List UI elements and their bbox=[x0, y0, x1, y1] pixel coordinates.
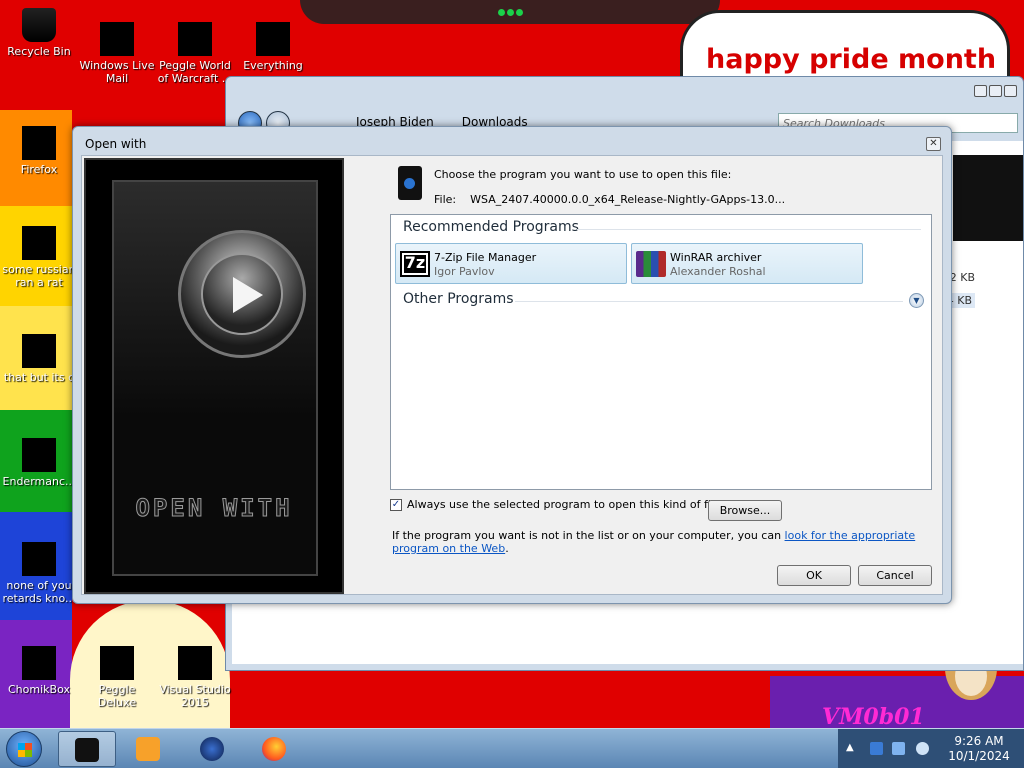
open-with-window-icon bbox=[75, 738, 99, 762]
open-with-side-art: OPEN WITH bbox=[84, 158, 344, 594]
start-button[interactable] bbox=[6, 731, 42, 767]
wallpaper-signature: VM0b01 bbox=[822, 704, 925, 728]
firefox-icon bbox=[22, 126, 56, 160]
desktop-icon-endermanc[interactable]: Endermanc... bbox=[0, 438, 78, 488]
file-thumbnail[interactable] bbox=[953, 155, 1023, 241]
play-icon bbox=[201, 253, 283, 335]
desktop-icon-peggle-wow[interactable]: Peggle World of Warcraft ... bbox=[156, 22, 234, 85]
dialog-body: OPEN WITH Choose the program you want to… bbox=[81, 155, 943, 595]
group-divider bbox=[577, 229, 921, 230]
desktop-icon-windows-live-mail[interactable]: Windows Live Mail bbox=[78, 22, 156, 85]
desktop-icon-label: some russian ran a rat bbox=[2, 263, 76, 289]
desktop-icon-russian-rat[interactable]: some russian ran a rat bbox=[0, 226, 78, 289]
program-author: Alexander Roshal bbox=[670, 265, 766, 278]
taskbar-item-globe[interactable] bbox=[184, 731, 242, 767]
chevron-down-icon[interactable]: ▼ bbox=[909, 293, 924, 308]
visual-studio-icon bbox=[178, 646, 212, 680]
cancel-button[interactable]: Cancel bbox=[858, 565, 932, 586]
shortcut-icon bbox=[22, 542, 56, 576]
system-tray: ▲ 9:26 AM 10/1/2024 bbox=[838, 729, 1024, 768]
dialog-prompt: Choose the program you want to use to op… bbox=[434, 168, 732, 181]
desktop-icon-label: Peggle Deluxe bbox=[97, 683, 137, 709]
program-name: WinRAR archiver bbox=[670, 251, 762, 264]
always-use-label: Always use the selected program to open … bbox=[407, 498, 721, 511]
file-line: File: WSA_2407.40000.0.0_x64_Release-Nigh… bbox=[434, 193, 785, 206]
minimize-button[interactable] bbox=[974, 85, 987, 97]
program-item-7zip[interactable]: 7z 7-Zip File Manager Igor Pavlov bbox=[395, 243, 627, 284]
firefox-icon bbox=[262, 737, 286, 761]
shortcut-icon bbox=[22, 226, 56, 260]
other-programs-header[interactable]: Other Programs bbox=[403, 291, 514, 307]
volume-icon[interactable] bbox=[916, 742, 929, 755]
hint-body: If the program you want is not in the li… bbox=[392, 529, 785, 542]
banner-text: happy pride month bbox=[706, 44, 997, 75]
taskbar-item-firefox[interactable] bbox=[246, 731, 304, 767]
network-icon[interactable] bbox=[870, 742, 883, 755]
desktop-icon-label: Endermanc... bbox=[2, 475, 76, 488]
taskbar-item-open-with[interactable] bbox=[58, 731, 116, 767]
desktop-icon-visual-studio[interactable]: Visual Studio 2015 bbox=[156, 646, 234, 709]
group-divider bbox=[515, 301, 903, 302]
browse-button[interactable]: Browse... bbox=[708, 500, 782, 521]
close-button[interactable] bbox=[1004, 85, 1017, 97]
maximize-button[interactable] bbox=[989, 85, 1002, 97]
close-icon[interactable]: ✕ bbox=[926, 137, 941, 151]
globe-app-icon bbox=[200, 737, 224, 761]
tray-expand-icon[interactable]: ▲ bbox=[846, 742, 854, 753]
ok-button[interactable]: OK bbox=[777, 565, 851, 586]
always-use-checkbox[interactable]: ✓ bbox=[390, 498, 402, 511]
file-type-icon bbox=[398, 166, 422, 200]
taskbar-item-media-player[interactable] bbox=[120, 731, 178, 767]
clock-time: 9:26 AM bbox=[954, 734, 1004, 748]
desktop-icon-everything[interactable]: Everything bbox=[234, 22, 312, 72]
desktop-icon-none-of-you[interactable]: none of you retards kno... bbox=[0, 542, 78, 605]
play-disc-icon bbox=[178, 230, 306, 358]
desktop-icon-label: Recycle Bin bbox=[7, 45, 71, 58]
7zip-icon: 7z bbox=[400, 251, 430, 277]
program-list[interactable]: Recommended Programs 7z 7-Zip File Manag… bbox=[390, 214, 932, 490]
taskbar: ▲ 9:26 AM 10/1/2024 bbox=[0, 728, 1024, 768]
peggle-deluxe-icon bbox=[100, 646, 134, 680]
dialog-title: Open with bbox=[85, 137, 147, 151]
media-player-icon bbox=[136, 737, 160, 761]
action-center-icon[interactable] bbox=[892, 742, 905, 755]
desktop-icon-chomikbox[interactable]: ChomikBox bbox=[0, 646, 78, 696]
file-size: 2 KB bbox=[949, 271, 975, 284]
clock-date: 10/1/2024 bbox=[948, 749, 1010, 763]
file-name: WSA_2407.40000.0.0_x64_Release-Nightly-G… bbox=[470, 193, 786, 206]
program-name: 7-Zip File Manager bbox=[434, 251, 537, 264]
recommended-programs-header: Recommended Programs bbox=[403, 219, 579, 235]
program-author: Igor Pavlov bbox=[434, 265, 495, 278]
desktop-icon-label: none of you retards kno... bbox=[2, 579, 76, 605]
desktop-icon-label: Everything bbox=[243, 59, 303, 72]
desktop-icon-label: ChomikBox bbox=[8, 683, 70, 696]
hint-text: If the program you want is not in the li… bbox=[392, 529, 932, 555]
hint-end: . bbox=[505, 542, 509, 555]
desktop-icon-label: Windows Live Mail bbox=[79, 59, 155, 85]
desktop-icon-peggle-deluxe[interactable]: Peggle Deluxe bbox=[78, 646, 156, 709]
wallpaper-green-dots bbox=[498, 6, 528, 16]
always-use-checkbox-row[interactable]: ✓ Always use the selected program to ope… bbox=[390, 498, 721, 511]
explorer-window-buttons bbox=[972, 85, 1017, 100]
desktop-icon-label: Peggle World of Warcraft ... bbox=[157, 59, 233, 85]
program-item-winrar[interactable]: WinRAR archiver Alexander Roshal bbox=[631, 243, 863, 284]
desktop-icon-firefox[interactable]: Firefox bbox=[0, 126, 78, 176]
file-label: File: bbox=[434, 193, 457, 206]
open-with-dialog[interactable]: Open with ✕ OPEN WITH Choose the program… bbox=[72, 126, 952, 604]
windows-live-mail-icon bbox=[100, 22, 134, 56]
recycle-bin-icon bbox=[22, 8, 56, 42]
everything-icon bbox=[256, 22, 290, 56]
desktop-icon-that-but[interactable]: that but its c bbox=[0, 334, 78, 384]
shortcut-icon bbox=[22, 334, 56, 368]
peggle-wow-icon bbox=[178, 22, 212, 56]
shortcut-icon bbox=[22, 438, 56, 472]
desktop-icon-label: Visual Studio 2015 bbox=[159, 683, 231, 709]
desktop-icon-label: Firefox bbox=[20, 163, 58, 176]
chomikbox-icon bbox=[22, 646, 56, 680]
clock[interactable]: 9:26 AM 10/1/2024 bbox=[942, 734, 1016, 764]
desktop-icon-label: that but its c bbox=[3, 371, 75, 384]
winrar-icon bbox=[636, 251, 666, 277]
side-art-caption: OPEN WITH bbox=[135, 494, 293, 523]
desktop-icon-recycle-bin[interactable]: Recycle Bin bbox=[0, 8, 78, 58]
